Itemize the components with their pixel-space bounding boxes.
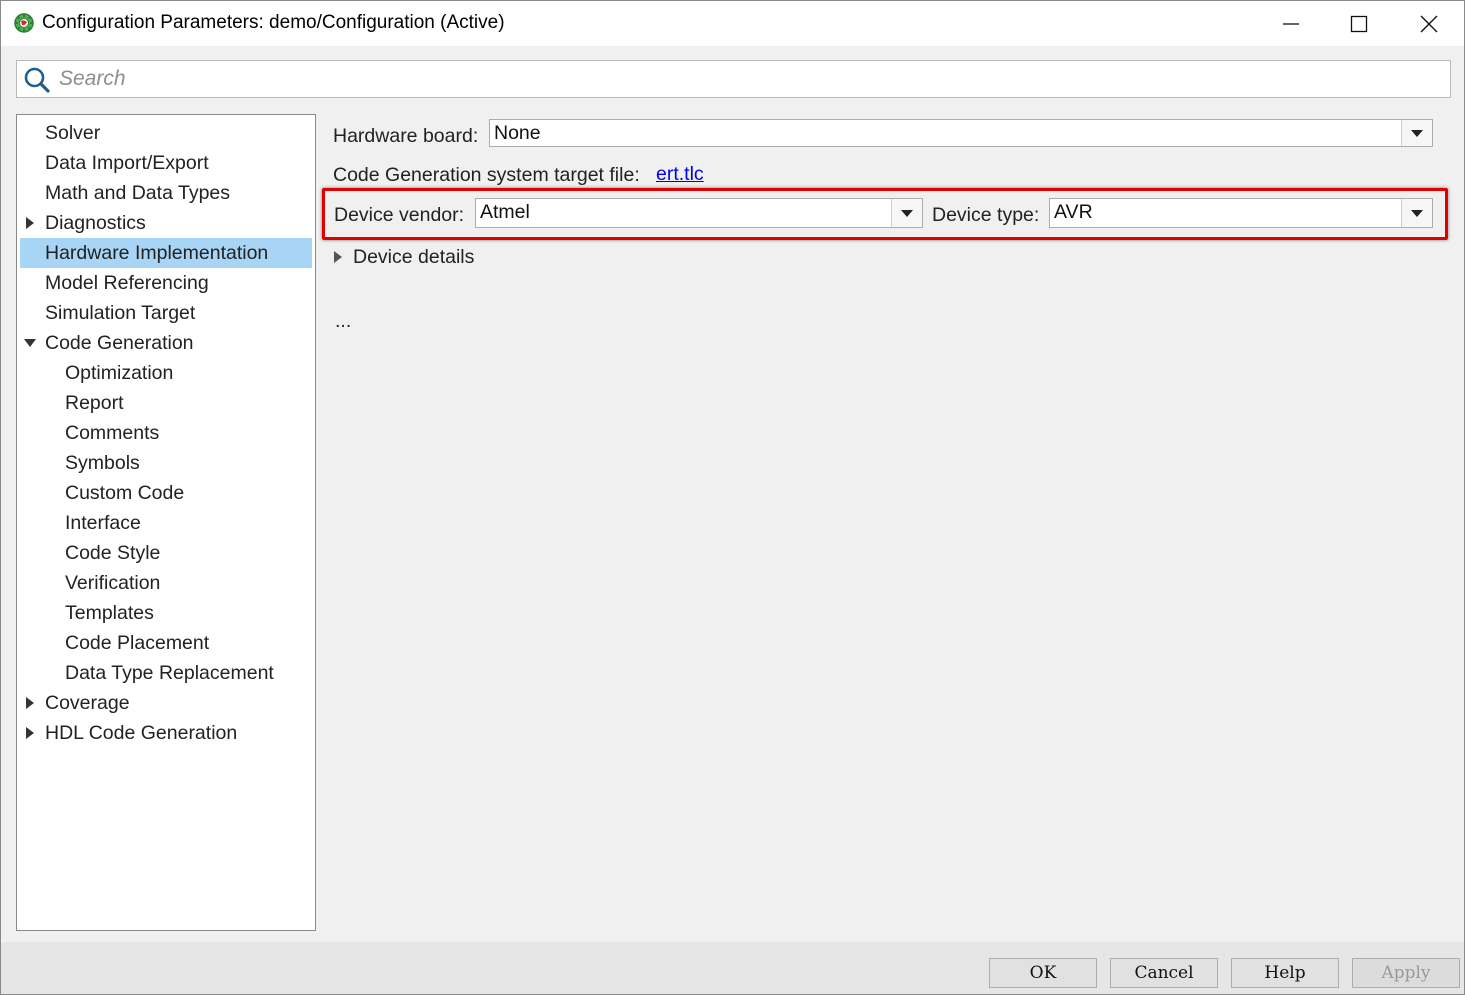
close-button[interactable]: [1395, 1, 1463, 46]
more-ellipsis: ...: [335, 310, 352, 332]
device-details-label[interactable]: Device details: [353, 246, 474, 269]
tree-item-label: Custom Code: [65, 482, 185, 504]
collapsed-triangle-icon[interactable]: [26, 697, 34, 709]
matlab-gear-icon: [14, 13, 34, 33]
collapsed-triangle-icon[interactable]: [26, 727, 34, 739]
maximize-icon: [1350, 15, 1368, 32]
hardware-board-dropdown-button[interactable]: [1401, 120, 1432, 146]
tree-item-interface[interactable]: Interface: [20, 508, 312, 538]
chevron-down-icon: [1411, 209, 1423, 217]
category-tree: Solver Data Import/Export Math and Data Ty…: [16, 114, 316, 931]
tree-item-label: HDL Code Generation: [45, 722, 238, 744]
tree-item-label: Verification: [65, 572, 161, 594]
tree-item-optimization[interactable]: Optimization: [20, 358, 312, 388]
device-vendor-select[interactable]: Atmel: [475, 198, 923, 228]
tree-item-label: Report: [65, 392, 124, 414]
device-vendor-value: Atmel: [480, 201, 530, 223]
help-button[interactable]: Help: [1231, 958, 1339, 988]
tree-item-solver[interactable]: Solver: [20, 118, 312, 148]
tree-item-label: Data Type Replacement: [65, 662, 274, 684]
tree-item-label: Math and Data Types: [45, 182, 231, 204]
tree-item-label: Symbols: [65, 452, 140, 474]
tree-item-report[interactable]: Report: [20, 388, 312, 418]
device-details-expand-icon[interactable]: [334, 251, 342, 263]
tree-item-label: Data Import/Export: [45, 152, 209, 174]
tree-item-coverage[interactable]: Coverage: [20, 688, 312, 718]
tree-item-code-placement[interactable]: Code Placement: [20, 628, 312, 658]
search-box: [16, 60, 1451, 98]
ok-button[interactable]: OK: [989, 958, 1097, 988]
tree-item-label: Templates: [65, 602, 154, 624]
tree-item-custom-code[interactable]: Custom Code: [20, 478, 312, 508]
tree-item-label: Code Generation: [45, 332, 194, 354]
title-bar: Configuration Parameters: demo/Configura…: [1, 1, 1464, 46]
tree-item-verification[interactable]: Verification: [20, 568, 312, 598]
tree-item-label: Simulation Target: [45, 302, 196, 324]
close-icon: [1420, 15, 1438, 32]
tree-item-simulation-target[interactable]: Simulation Target: [20, 298, 312, 328]
tree-item-label: Comments: [65, 422, 160, 444]
config-parameters-window: Configuration Parameters: demo/Configura…: [0, 0, 1465, 995]
tree-item-label: Interface: [65, 512, 141, 534]
minimize-icon: [1283, 22, 1299, 25]
tree-item-code-style[interactable]: Code Style: [20, 538, 312, 568]
window-title: Configuration Parameters: demo/Configura…: [42, 12, 505, 33]
tree-item-label: Model Referencing: [45, 272, 209, 294]
chevron-down-icon: [901, 209, 913, 217]
minimize-button[interactable]: [1257, 1, 1325, 46]
tree-item-data-type-replacement[interactable]: Data Type Replacement: [20, 658, 312, 688]
hardware-board-label: Hardware board:: [333, 125, 479, 147]
tree-item-label: Optimization: [65, 362, 174, 384]
tree-item-comments[interactable]: Comments: [20, 418, 312, 448]
tree-item-hdl-code-generation[interactable]: HDL Code Generation: [20, 718, 312, 748]
tree-item-math-and-data-types[interactable]: Math and Data Types: [20, 178, 312, 208]
target-file-label: Code Generation system target file:: [333, 164, 640, 186]
chevron-down-icon: [1411, 129, 1423, 137]
expanded-triangle-icon[interactable]: [24, 339, 36, 347]
device-vendor-dropdown-button[interactable]: [891, 199, 922, 227]
tree-item-symbols[interactable]: Symbols: [20, 448, 312, 478]
tree-item-label: Diagnostics: [45, 212, 146, 234]
tree-item-code-generation[interactable]: Code Generation: [20, 328, 312, 358]
collapsed-triangle-icon[interactable]: [26, 217, 34, 229]
target-file-link[interactable]: ert.tlc: [656, 163, 704, 186]
tree-item-label: Code Style: [65, 542, 161, 564]
tree-item-label: Hardware Implementation: [45, 242, 269, 264]
tree-item-templates[interactable]: Templates: [20, 598, 312, 628]
device-type-dropdown-button[interactable]: [1401, 199, 1432, 227]
hardware-board-select[interactable]: None: [489, 119, 1433, 147]
maximize-button[interactable]: [1325, 1, 1393, 46]
tree-item-diagnostics[interactable]: Diagnostics: [20, 208, 312, 238]
tree-item-hardware-implementation[interactable]: Hardware Implementation: [20, 238, 312, 268]
device-vendor-label: Device vendor:: [334, 204, 465, 226]
hardware-board-value: None: [494, 122, 541, 144]
device-type-select[interactable]: AVR: [1049, 198, 1433, 228]
apply-button[interactable]: Apply: [1352, 958, 1460, 988]
tree-item-label: Code Placement: [65, 632, 210, 654]
tree-item-label: Solver: [45, 122, 101, 144]
device-type-label: Device type:: [932, 204, 1040, 226]
search-input[interactable]: [57, 62, 1441, 96]
cancel-button[interactable]: Cancel: [1110, 958, 1218, 988]
device-type-value: AVR: [1054, 201, 1093, 223]
search-icon: [24, 67, 50, 93]
tree-item-model-referencing[interactable]: Model Referencing: [20, 268, 312, 298]
tree-item-data-import-export[interactable]: Data Import/Export: [20, 148, 312, 178]
tree-item-label: Coverage: [45, 692, 130, 714]
